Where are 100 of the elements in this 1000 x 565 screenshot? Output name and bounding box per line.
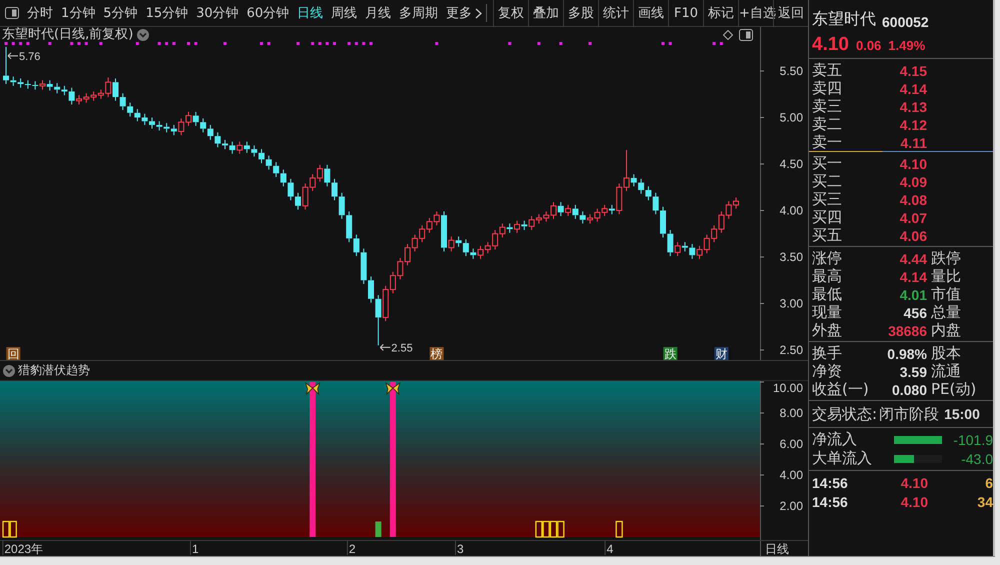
field-label: 卖四 (812, 79, 843, 98)
butterfly-icon (385, 382, 401, 396)
toolbar-button[interactable]: 叠加 (528, 0, 563, 26)
flow-label: 大单流入 (812, 449, 873, 468)
field-label: 买五 (812, 226, 843, 245)
stock-name: 东望时代 (812, 9, 876, 30)
toolbar-button[interactable]: 复权 (493, 0, 528, 26)
axis-tick-label: 2.50 (760, 343, 803, 357)
event-badge[interactable]: 跌 (663, 347, 678, 360)
trade-time: 14:56 (812, 474, 849, 490)
period-tab[interactable]: 5分钟 (103, 4, 138, 22)
trade-volume: 34 (977, 494, 993, 510)
field-value: 4.07 (900, 210, 927, 226)
panel-toggle-icon[interactable] (739, 29, 753, 41)
toolbar-button[interactable]: 画线 (633, 0, 668, 26)
arrow-icon (380, 344, 391, 351)
trade-price: 4.10 (900, 494, 928, 510)
period-tab[interactable]: 更多 (446, 4, 482, 22)
field-value: 0.080 (892, 382, 927, 398)
chevron-right-icon[interactable] (475, 8, 482, 18)
field-value: 4.10 (900, 156, 927, 172)
field-value: 4.13 (900, 98, 927, 114)
period-tab[interactable]: 月线 (365, 4, 392, 22)
arrow-icon (8, 52, 18, 60)
axis-tick-label: 2.00 (760, 499, 803, 513)
period-tab[interactable]: 15分钟 (146, 4, 188, 22)
collapse-icon[interactable] (3, 364, 15, 376)
price-label: 2.55 (391, 342, 413, 354)
period-tab[interactable]: 30分钟 (196, 4, 239, 22)
field-label: 卖三 (812, 97, 843, 116)
field-value: 4.08 (900, 192, 927, 208)
status-value: 闭市阶段 (879, 404, 940, 424)
toolbar-button[interactable]: 返回 (773, 0, 808, 26)
field-label: 买四 (812, 208, 843, 227)
field-label: 最低 (812, 285, 843, 304)
axis-tick-label: 5.50 (760, 64, 803, 78)
field-value: 4.14 (900, 80, 927, 96)
period-tab[interactable]: 1分钟 (61, 4, 96, 22)
chart-title: 东望时代(日线,前复权) (2, 28, 134, 41)
field-label: 买三 (812, 190, 843, 209)
event-badge[interactable]: 财 (714, 347, 728, 360)
field-label: 涨停 (812, 249, 843, 268)
status-label: 交易状态: (812, 404, 878, 424)
field-label: 最高 (812, 267, 843, 286)
field-label: 卖二 (812, 115, 843, 134)
field-label: 外盘 (812, 321, 843, 340)
period-tab[interactable]: 分时 (27, 4, 53, 22)
field-value: 456 (904, 304, 927, 320)
collapse-icon[interactable] (137, 28, 150, 40)
field-value: 0.98% (887, 346, 927, 362)
stock-code: 600052 (882, 14, 929, 30)
flow-value: -101.9 (953, 432, 993, 448)
date-label: 2 (348, 542, 356, 556)
event-badge[interactable]: 回 (6, 347, 20, 360)
field-label: PE(动) (930, 380, 978, 399)
field-value: 4.44 (900, 250, 927, 266)
change-percent: 1.49% (888, 38, 926, 52)
field-value: 4.12 (900, 116, 927, 132)
indicator-title: 猎豹潜伏趋势 (18, 362, 90, 379)
axis-tick-label: 4.50 (760, 157, 803, 171)
field-label: 现量 (812, 303, 843, 322)
period-tab[interactable]: 多周期 (399, 4, 438, 22)
toolbar-button[interactable]: 标记 (703, 0, 738, 26)
field-label: 市值 (930, 285, 962, 304)
field-value: 4.01 (900, 286, 927, 302)
field-label: 卖五 (812, 61, 843, 80)
date-label: 4 (606, 542, 614, 556)
field-label: 股本 (930, 344, 962, 363)
field-label: 卖一 (812, 133, 843, 152)
trade-time: 14:56 (812, 494, 849, 510)
price-change: 0.06 (856, 38, 882, 52)
toolbar-button[interactable]: F10 (668, 0, 703, 26)
axis-tick-label: 3.50 (760, 250, 803, 264)
field-label: 买一 (812, 154, 843, 173)
field-label: 内盘 (930, 321, 962, 340)
axis-tick-label: 6.00 (760, 437, 803, 451)
field-label: 总量 (930, 303, 962, 322)
panel-toggle-icon[interactable] (5, 7, 19, 19)
axis-tick-label: 4.00 (760, 468, 803, 482)
field-value: 4.06 (900, 228, 927, 244)
period-tab[interactable]: 60分钟 (246, 4, 290, 22)
field-label: 净资 (812, 362, 843, 381)
butterfly-icon (304, 382, 320, 396)
field-label: 量比 (930, 267, 962, 286)
period-tab[interactable]: 周线 (331, 4, 358, 22)
field-label: 换手 (812, 344, 843, 363)
signal-bar (616, 520, 623, 538)
axis-tick-label: 10.00 (760, 381, 803, 395)
toolbar-button[interactable]: 多股 (563, 0, 598, 26)
last-price: 4.10 (812, 34, 849, 56)
event-badge[interactable]: 榜 (430, 347, 444, 360)
axis-tick-label: 3.00 (760, 296, 803, 310)
flow-label: 净流入 (812, 430, 858, 449)
status-time: 15:00 (944, 406, 980, 422)
toolbar-button[interactable]: 统计 (598, 0, 633, 26)
period-tab[interactable]: 日线 (297, 4, 324, 22)
price-label: 5.76 (19, 50, 40, 63)
diamond-icon[interactable] (723, 30, 733, 40)
date-label: 1 (192, 542, 199, 556)
trade-volume: 6 (985, 474, 993, 490)
